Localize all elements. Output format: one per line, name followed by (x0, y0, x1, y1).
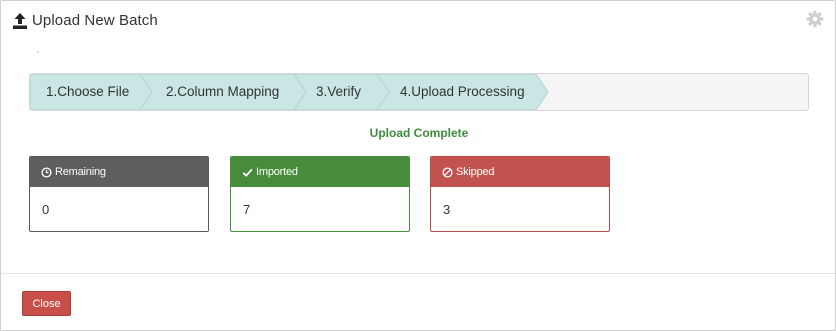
gear-icon[interactable] (806, 10, 824, 28)
imported-value: 7 (243, 202, 251, 217)
imported-panel: Imported 7 (230, 156, 410, 232)
wizard-step-upload-processing[interactable]: 4.Upload Processing (400, 74, 525, 110)
skipped-title: Skipped (456, 166, 495, 178)
wizard-step-verify[interactable]: 3.Verify (316, 74, 361, 110)
modal-title: Upload New Batch (32, 12, 158, 29)
ban-icon (442, 166, 453, 178)
upload-icon (13, 12, 27, 29)
skipped-panel: Skipped 3 (430, 156, 610, 232)
upload-wizard-steps: 1.Choose File 2.Column Mapping 3.Verify … (29, 73, 809, 111)
skipped-panel-header: Skipped (431, 157, 609, 187)
upload-status-message: Upload Complete (369, 126, 469, 140)
wizard-step-column-mapping[interactable]: 2.Column Mapping (166, 74, 279, 110)
imported-title: Imported (256, 166, 298, 178)
remaining-value: 0 (42, 202, 50, 217)
check-icon (242, 168, 253, 177)
footer-divider (1, 273, 835, 274)
remaining-title: Remaining (55, 166, 106, 178)
remaining-panel-header: Remaining (30, 157, 208, 187)
close-button[interactable]: Close (22, 291, 71, 316)
wizard-step-choose-file[interactable]: 1.Choose File (46, 74, 129, 110)
skipped-value: 3 (443, 202, 451, 217)
upload-batch-modal: Upload New Batch 1.Choose File 2.Column … (0, 0, 836, 331)
remaining-panel: Remaining 0 (29, 156, 209, 232)
decorative-dot (37, 51, 39, 53)
modal-title-group: Upload New Batch (13, 12, 158, 29)
clock-icon (41, 166, 52, 178)
imported-panel-header: Imported (231, 157, 409, 187)
modal-header: Upload New Batch (1, 1, 835, 45)
